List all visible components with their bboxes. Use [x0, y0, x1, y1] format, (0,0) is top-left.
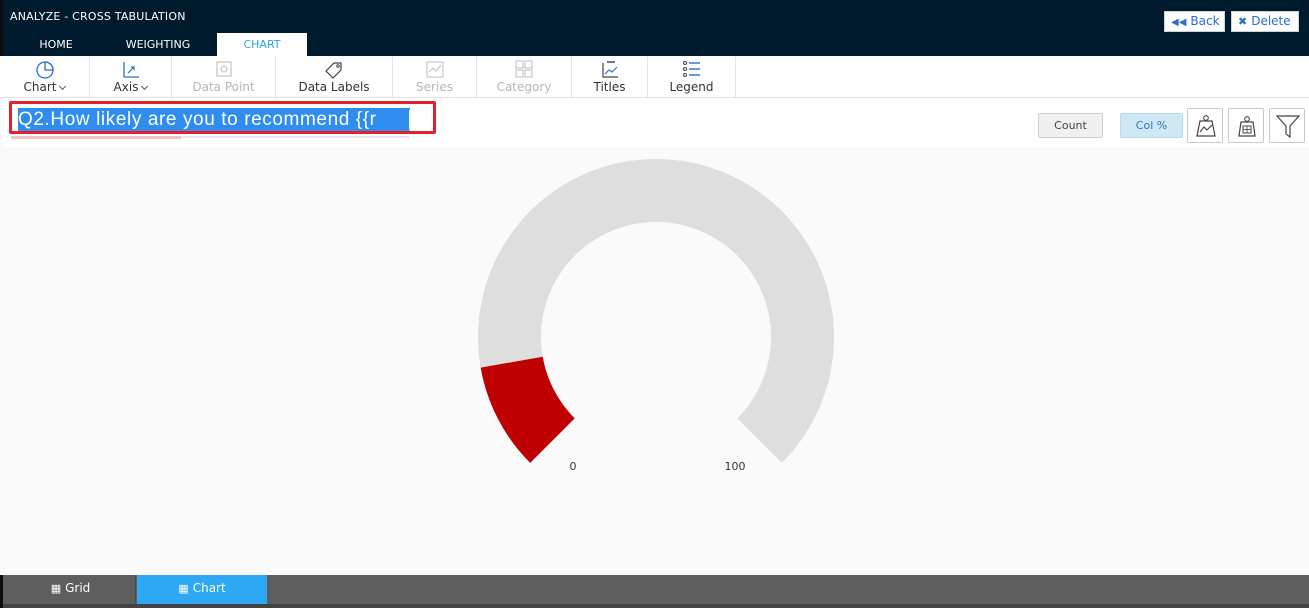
table-icon: ▦ — [50, 582, 62, 595]
tab-home[interactable]: HOME — [13, 33, 99, 56]
grid-icon — [515, 60, 533, 78]
tab-weighting[interactable]: WEIGHTING — [99, 33, 217, 56]
toolbar-data-point-button[interactable]: Data Point — [172, 56, 276, 98]
toolbar-category-label: Category — [496, 80, 552, 94]
back-button-label: Back — [1190, 14, 1220, 28]
toolbar-axis-label: Axis — [113, 80, 139, 94]
chevron-down-icon — [59, 82, 67, 91]
weight-chart-icon — [1196, 115, 1216, 137]
toolbar-series-button[interactable]: Series — [393, 56, 477, 98]
toolbar-data-labels-label: Data Labels — [298, 80, 370, 94]
gauge-value-arc[interactable] — [480, 356, 575, 463]
toolbar-legend-label: Legend — [669, 80, 714, 94]
double-arrow-left-icon: ◀◀ — [1171, 17, 1187, 28]
weight-table-icon — [1238, 116, 1256, 137]
significance-button[interactable] — [1187, 108, 1223, 143]
chart-toolbar: Chart Axis Data Point Data Labels Series… — [0, 56, 1309, 98]
app-window: ANALYZE - CROSS TABULATION ◀◀ Back ✖ Delet… — [0, 0, 1309, 608]
toolbar-category-button[interactable]: Category — [477, 56, 572, 98]
top-bar: ANALYZE - CROSS TABULATION ◀◀ Back ✖ Delet… — [0, 0, 1309, 56]
toolbar-data-labels-button[interactable]: Data Labels — [276, 56, 393, 98]
filter-button[interactable] — [1269, 108, 1305, 143]
tab-chart[interactable]: CHART — [217, 33, 307, 56]
back-button[interactable]: ◀◀ Back — [1164, 11, 1225, 32]
grid-view-tab[interactable]: ▦ Grid — [6, 575, 136, 604]
toolbar-axis-button[interactable]: Axis — [90, 56, 172, 98]
chart-title-row: Q2.How likely are you to recommend {{r C… — [3, 98, 1309, 147]
delete-button[interactable]: ✖ Delete — [1231, 11, 1299, 32]
weight-table-button[interactable] — [1228, 108, 1264, 143]
title-icon — [601, 61, 618, 78]
pie-chart-icon — [35, 61, 54, 79]
footer-strip — [3, 604, 1309, 608]
chart-view-label: Chart — [192, 581, 226, 595]
count-toggle-button[interactable]: Count — [1038, 113, 1103, 138]
app-title: ANALYZE - CROSS TABULATION — [10, 10, 186, 23]
bottom-view-tabs: ▦ Grid ▦ Chart — [0, 575, 1309, 608]
chart-view-tab[interactable]: ▦ Chart — [137, 575, 267, 604]
delete-button-label: Delete — [1251, 14, 1291, 28]
bar-chart-icon: ▦ — [178, 582, 189, 595]
grid-view-label: Grid — [65, 581, 91, 595]
legend-icon — [682, 61, 700, 77]
zoom-icon — [215, 61, 232, 77]
chart-area: 0 100 — [3, 147, 1309, 575]
gauge-max-label: 100 — [725, 460, 746, 473]
col-percent-toggle-button[interactable]: Col % — [1120, 113, 1183, 138]
toolbar-chart-button[interactable]: Chart — [0, 56, 90, 98]
axis-icon — [122, 62, 139, 78]
series-icon — [425, 61, 444, 78]
toolbar-titles-label: Titles — [593, 80, 626, 94]
close-icon: ✖ — [1238, 15, 1248, 28]
toolbar-titles-button[interactable]: Titles — [572, 56, 648, 98]
highlight-box — [9, 101, 436, 134]
title-underline-accent — [11, 136, 181, 139]
toolbar-chart-label: Chart — [23, 80, 57, 94]
toolbar-legend-button[interactable]: Legend — [648, 56, 736, 98]
filter-icon — [1275, 115, 1301, 139]
chevron-down-icon — [141, 82, 149, 91]
toolbar-data-point-label: Data Point — [192, 80, 255, 94]
gauge-chart: 0 100 — [478, 159, 834, 473]
gauge-min-label: 0 — [570, 460, 577, 473]
tag-icon — [325, 62, 342, 79]
toolbar-series-label: Series — [416, 80, 453, 94]
